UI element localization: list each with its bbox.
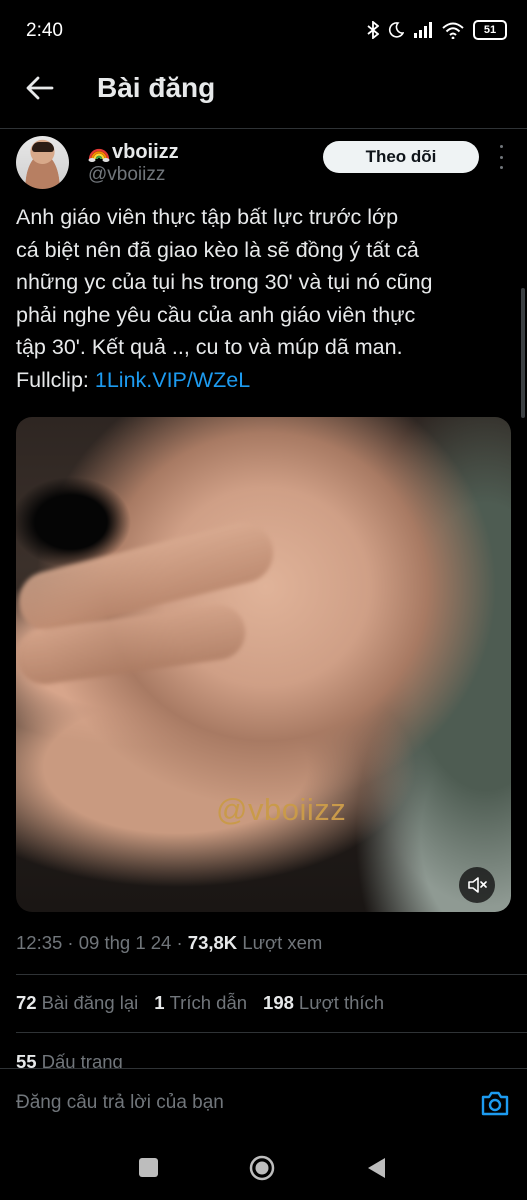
reply-input[interactable]: Đăng câu trả lời của bạn: [16, 1092, 224, 1114]
scrollbar[interactable]: [521, 288, 525, 418]
tweet-line: Anh giáo viên thực tập bất lực trước lớp: [16, 205, 399, 229]
engagement-stats: 72 Bài đăng lại 1 Trích dẫn 198 Lượt thích: [16, 992, 384, 1014]
author-display-name[interactable]: vboiizz: [88, 141, 179, 164]
tweet-meta: 12:35 · 09 thg 1 24 · 73,8K Lượt xem: [16, 932, 323, 953]
arrow-left-icon: [26, 76, 54, 100]
signal-icon: [414, 22, 432, 38]
speaker-muted-icon: [468, 877, 487, 893]
like-count: 198: [263, 992, 294, 1013]
avatar[interactable]: [16, 136, 69, 189]
divider: [16, 974, 527, 975]
view-count: 73,8K: [187, 932, 238, 953]
status-icons: 51: [367, 20, 507, 40]
quote-count: 1: [154, 992, 165, 1013]
tweet-line-fullclip: Fullclip: 1Link.VIP/WZeL: [16, 364, 511, 397]
tweet-line: cá biệt nên đã giao kèo là sẽ đồng ý tất…: [16, 237, 419, 262]
views-label: Lượt xem: [242, 932, 323, 953]
moon-icon: [388, 22, 404, 38]
repost-count: 72: [16, 992, 37, 1013]
wifi-icon: [442, 22, 464, 39]
quotes-stat[interactable]: 1 Trích dẫn: [154, 992, 247, 1014]
tweet-line: phải nghe yêu cầu của anh giáo viên thực: [16, 302, 416, 327]
more-options-icon[interactable]: [495, 145, 507, 169]
tweet-line: những yc của tụi hs trong 30' và tụi nó …: [16, 270, 433, 294]
author-handle[interactable]: @vboiizz: [88, 164, 165, 186]
battery-icon: 51: [473, 20, 507, 40]
display-name-text: vboiizz: [112, 141, 179, 163]
bluetooth-icon: [367, 21, 379, 39]
reposts-label: Bài đăng lại: [41, 992, 139, 1013]
tweet-video[interactable]: @vboiizz: [16, 417, 511, 912]
page-title: Bài đăng: [97, 72, 216, 103]
tweet-time: 12:35: [16, 932, 63, 953]
divider: [16, 1032, 527, 1033]
likes-label: Lượt thích: [298, 992, 385, 1013]
quotes-label: Trích dẫn: [169, 992, 248, 1013]
tweet-line: tập 30'. Kết quả .., cu to và múp dã man…: [16, 335, 403, 359]
tweet-link[interactable]: 1Link.VIP/WZeL: [95, 368, 250, 392]
follow-button[interactable]: Theo dõi: [323, 141, 479, 173]
video-watermark: @vboiizz: [216, 792, 347, 827]
tweet-text: Anh giáo viên thực tập bất lực trước lớp…: [16, 201, 511, 396]
system-back-button[interactable]: [365, 1156, 387, 1180]
back-button[interactable]: [22, 70, 58, 106]
reposts-stat[interactable]: 72 Bài đăng lại: [16, 992, 138, 1014]
status-time: 2:40: [26, 20, 63, 41]
mute-button[interactable]: [459, 867, 495, 903]
header-divider: [0, 128, 527, 129]
fullclip-label: Fullclip:: [16, 367, 89, 392]
rainbow-emoji-icon: [88, 148, 110, 162]
camera-icon[interactable]: [480, 1089, 510, 1117]
recents-button[interactable]: [139, 1158, 158, 1177]
likes-stat[interactable]: 198 Lượt thích: [263, 992, 384, 1014]
tweet-date: 09 thg 1 24: [78, 932, 172, 953]
home-button[interactable]: [249, 1155, 275, 1181]
